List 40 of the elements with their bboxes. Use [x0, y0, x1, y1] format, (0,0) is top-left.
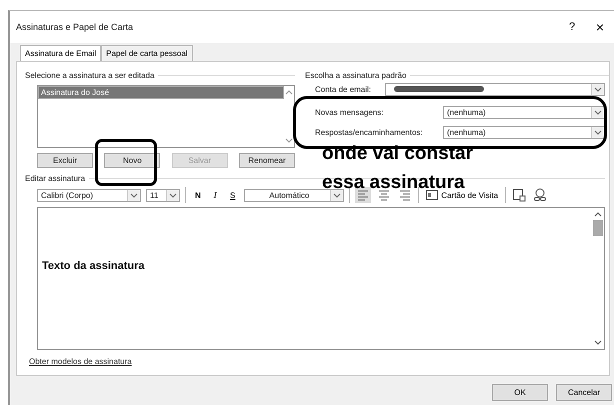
field-label: Novas mensagens: [315, 108, 384, 116]
signature-text: Texto da assinatura [42, 260, 144, 272]
list-item[interactable]: Assinatura do José [38, 86, 284, 99]
group-heading: Escolha a assinatura padrão [305, 70, 406, 80]
tab[interactable]: Assinatura de Email [20, 45, 102, 61]
signature-list[interactable]: Assinatura do José [37, 85, 295, 148]
action-button[interactable]: Renomear [238, 153, 295, 168]
scroll-down-icon[interactable] [594, 340, 602, 346]
bold-button[interactable]: N [191, 190, 205, 200]
hyperlink-icon[interactable] [532, 187, 548, 203]
business-card-button[interactable]: Cartão de Visita [424, 190, 500, 200]
scroll-thumb[interactable] [593, 220, 603, 236]
picture-insert-icon[interactable] [511, 187, 528, 203]
group-heading: Editar assinatura [25, 174, 86, 182]
dialog-button[interactable]: OK [492, 384, 548, 401]
scroll-up-icon[interactable] [594, 211, 602, 217]
dropdown[interactable]: (nenhuma) [443, 106, 605, 118]
dropdown[interactable]: (nenhuma) [443, 126, 605, 138]
tab[interactable]: Papel de carta pessoal [101, 45, 193, 61]
annotation-outline [95, 139, 157, 186]
window-title: Assinaturas e Papel de Carta [16, 22, 134, 32]
underline-button[interactable]: S [226, 190, 240, 200]
italic-button[interactable]: I [210, 190, 221, 200]
field-label: Conta de email: [315, 84, 372, 94]
annotation-text: onde vai constar [322, 144, 473, 163]
help-button[interactable]: ? [558, 19, 586, 35]
close-button[interactable]: × [586, 19, 614, 35]
templates-link[interactable]: Obter modelos de assinatura [29, 357, 132, 366]
account-dropdown[interactable] [385, 82, 605, 96]
field-label: Respostas/encaminhamentos: [315, 128, 424, 136]
card-icon [426, 190, 438, 200]
color-dropdown[interactable]: Automático [244, 188, 344, 202]
dialog-button[interactable]: Cancelar [556, 384, 612, 401]
action-button[interactable]: Excluir [37, 153, 93, 168]
align-left-icon[interactable] [355, 187, 372, 203]
font-dropdown[interactable]: Calibri (Corpo) [37, 188, 141, 202]
size-dropdown[interactable]: 11 [146, 188, 180, 202]
action-button[interactable]: Novo [104, 153, 160, 168]
signature-editor[interactable]: Texto da assinatura [37, 207, 605, 350]
group-heading: Selecione a assinatura a ser editada [25, 70, 154, 80]
